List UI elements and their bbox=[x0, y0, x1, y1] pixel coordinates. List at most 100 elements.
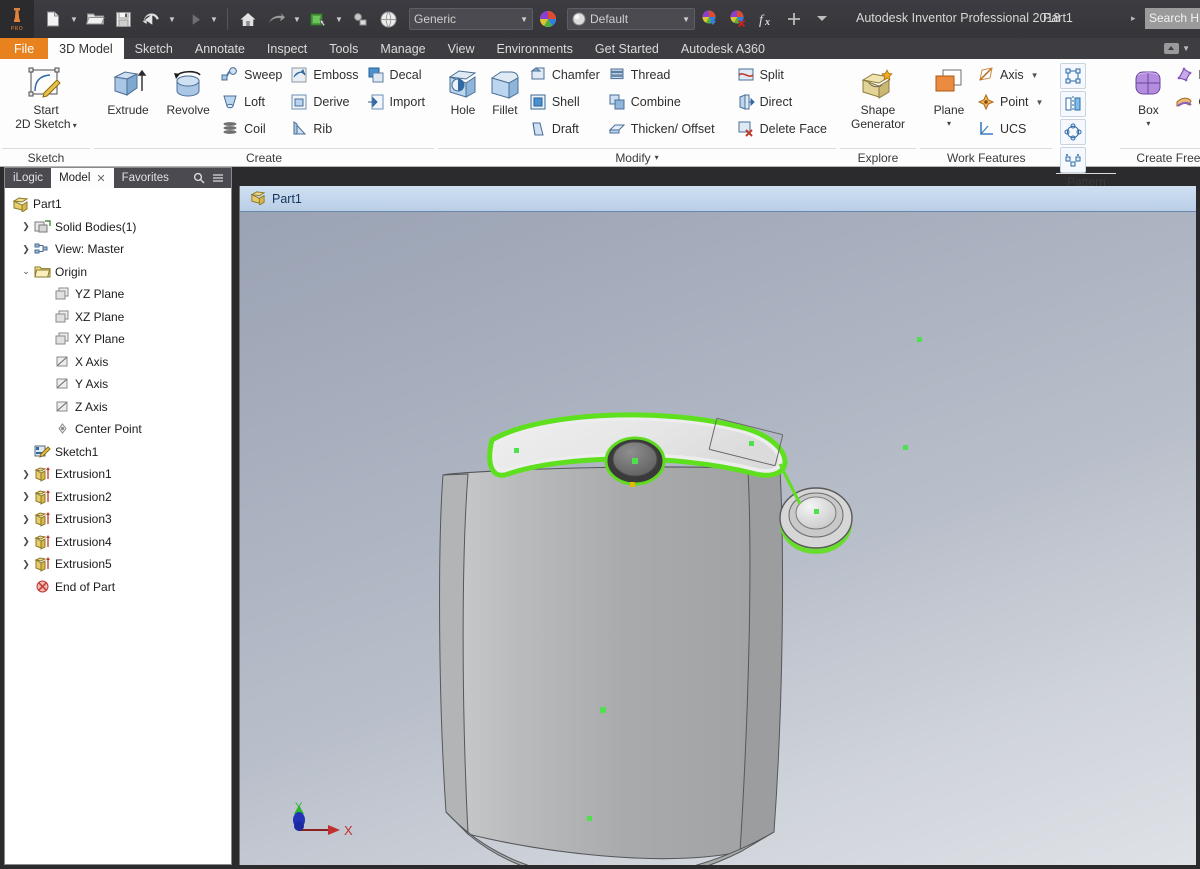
return-dropdown-icon[interactable]: ▼ bbox=[291, 6, 303, 32]
chevron-down-icon[interactable]: ▾ bbox=[947, 117, 951, 131]
3d-viewport-canvas[interactable]: X Y bbox=[240, 212, 1200, 869]
emboss-button[interactable]: Emboss bbox=[287, 62, 363, 88]
appearance-globe-button[interactable] bbox=[375, 6, 401, 32]
new-file-button[interactable] bbox=[40, 6, 66, 32]
chevron-down-icon[interactable]: ▼ bbox=[1182, 44, 1190, 53]
tree-item-extrusion5[interactable]: ❯ Extrusion5 bbox=[9, 553, 229, 576]
combine-button[interactable]: Combine bbox=[605, 89, 720, 115]
tab-file[interactable]: File bbox=[0, 38, 49, 59]
thicken-offset-button[interactable]: Thicken/ Offset bbox=[605, 116, 720, 142]
tab-3d-model[interactable]: 3D Model bbox=[48, 38, 124, 59]
document-tab-part1[interactable]: Part1 bbox=[250, 190, 302, 208]
update-button[interactable] bbox=[305, 6, 331, 32]
tree-item-end-of-part[interactable]: End of Part bbox=[9, 576, 229, 599]
plane-button[interactable]: Plane ▾ bbox=[924, 62, 974, 131]
expander-collapsed-icon[interactable]: ❯ bbox=[19, 536, 33, 547]
tree-item-sketch1[interactable]: Sketch1 bbox=[9, 441, 229, 464]
customize-qat-button[interactable] bbox=[809, 6, 835, 32]
hamburger-menu-icon[interactable] bbox=[212, 172, 224, 184]
add-qat-button[interactable] bbox=[781, 6, 807, 32]
parameters-button[interactable]: fx bbox=[753, 6, 779, 32]
ribbon-display-options[interactable]: ▼ bbox=[1164, 38, 1200, 59]
chevron-down-icon[interactable]: ▾ bbox=[71, 121, 77, 130]
split-button[interactable]: Split bbox=[734, 62, 832, 88]
update-dropdown-icon[interactable]: ▼ bbox=[333, 6, 345, 32]
right-boss[interactable] bbox=[779, 487, 853, 554]
start-2d-sketch-button[interactable]: Start 2D Sketch ▾ bbox=[6, 62, 86, 133]
adjust-appearance-button[interactable] bbox=[697, 6, 723, 32]
chevron-down-icon[interactable]: ▾ bbox=[655, 150, 659, 166]
point-button[interactable]: Point ▼ bbox=[974, 89, 1048, 115]
chamfer-button[interactable]: Chamfer bbox=[526, 62, 605, 88]
tab-autodesk-a360[interactable]: Autodesk A360 bbox=[670, 38, 776, 59]
tree-item-xy-plane[interactable]: XY Plane bbox=[9, 328, 229, 351]
tab-manage[interactable]: Manage bbox=[369, 38, 436, 59]
chevron-down-icon[interactable]: ▾ bbox=[1146, 117, 1150, 131]
material-selector[interactable]: Generic ▼ bbox=[409, 8, 533, 30]
tab-view[interactable]: View bbox=[437, 38, 486, 59]
ucs-button[interactable]: UCS bbox=[974, 116, 1048, 142]
3d-model-render[interactable]: X Y bbox=[240, 212, 1200, 869]
tree-item-center-point[interactable]: Center Point bbox=[9, 418, 229, 441]
direct-button[interactable]: Direct bbox=[734, 89, 832, 115]
tab-tools[interactable]: Tools bbox=[318, 38, 369, 59]
expander-collapsed-icon[interactable]: ❯ bbox=[19, 514, 33, 525]
draft-button[interactable]: Draft bbox=[526, 116, 605, 142]
save-button[interactable] bbox=[110, 6, 136, 32]
search-input[interactable]: Search H bbox=[1145, 8, 1200, 29]
expander-collapsed-icon[interactable]: ❯ bbox=[19, 559, 33, 570]
derive-button[interactable]: Derive bbox=[287, 89, 363, 115]
freeform-box-button[interactable]: Box ▾ bbox=[1124, 62, 1172, 131]
tab-inspect[interactable]: Inspect bbox=[256, 38, 318, 59]
tree-item-solid-bodies[interactable]: ❯ Solid Bodies(1) bbox=[9, 216, 229, 239]
decal-button[interactable]: Decal bbox=[364, 62, 430, 88]
redo-dropdown-icon[interactable]: ▼ bbox=[208, 6, 220, 32]
browser-tab-ilogic[interactable]: iLogic bbox=[5, 168, 51, 188]
tree-item-xz-plane[interactable]: XZ Plane bbox=[9, 306, 229, 329]
circular-pattern-button[interactable] bbox=[1060, 119, 1087, 145]
import-button[interactable]: Import bbox=[364, 89, 430, 115]
hole-button[interactable]: Hole bbox=[442, 62, 484, 117]
rib-button[interactable]: Rib bbox=[287, 116, 363, 142]
tree-item-part1[interactable]: Part1 bbox=[9, 193, 229, 216]
expander-collapsed-icon[interactable]: ❯ bbox=[19, 221, 33, 232]
tree-item-extrusion4[interactable]: ❯ Extrusion4 bbox=[9, 531, 229, 554]
freeform-face-button[interactable]: F bbox=[1172, 62, 1200, 88]
expander-expanded-icon[interactable]: ⌄ bbox=[19, 266, 33, 277]
tree-item-origin[interactable]: ⌄ Origin bbox=[9, 261, 229, 284]
tab-sketch[interactable]: Sketch bbox=[124, 38, 184, 59]
delete-face-button[interactable]: Delete Face bbox=[734, 116, 832, 142]
mirror-button[interactable] bbox=[1060, 91, 1087, 117]
new-file-dropdown-icon[interactable]: ▼ bbox=[68, 6, 80, 32]
tree-item-yz-plane[interactable]: YZ Plane bbox=[9, 283, 229, 306]
undo-dropdown-icon[interactable]: ▼ bbox=[166, 6, 178, 32]
tree-item-view-master[interactable]: ❯ View: Master bbox=[9, 238, 229, 261]
sketch-driven-pattern-button[interactable] bbox=[1060, 147, 1087, 173]
redo-button[interactable] bbox=[180, 6, 206, 32]
browser-tab-favorites[interactable]: Favorites bbox=[114, 168, 177, 188]
browser-tab-model[interactable]: Model ✕ bbox=[51, 168, 114, 188]
tree-item-z-axis[interactable]: Z Axis bbox=[9, 396, 229, 419]
select-button[interactable] bbox=[347, 6, 373, 32]
return-button[interactable] bbox=[263, 6, 289, 32]
appearance-selector[interactable]: Default ▼ bbox=[567, 8, 695, 30]
search-icon[interactable] bbox=[193, 172, 205, 184]
expander-collapsed-icon[interactable]: ❯ bbox=[19, 244, 33, 255]
title-expand-arrow-icon[interactable]: ▸ bbox=[1131, 13, 1136, 24]
ribbon-minimize-icon[interactable] bbox=[1164, 43, 1180, 54]
tab-annotate[interactable]: Annotate bbox=[184, 38, 256, 59]
tree-item-y-axis[interactable]: Y Axis bbox=[9, 373, 229, 396]
sweep-button[interactable]: Sweep bbox=[218, 62, 287, 88]
open-file-button[interactable] bbox=[82, 6, 108, 32]
tree-item-extrusion1[interactable]: ❯ Extrusion1 bbox=[9, 463, 229, 486]
chevron-down-icon[interactable]: ▼ bbox=[1036, 98, 1044, 107]
revolve-button[interactable]: Revolve bbox=[158, 62, 218, 117]
shell-button[interactable]: Shell bbox=[526, 89, 605, 115]
tab-environments[interactable]: Environments bbox=[485, 38, 583, 59]
coil-button[interactable]: Coil bbox=[218, 116, 287, 142]
axis-button[interactable]: Axis ▼ bbox=[974, 62, 1048, 88]
tree-item-x-axis[interactable]: X Axis bbox=[9, 351, 229, 374]
close-icon[interactable]: ✕ bbox=[96, 172, 105, 185]
tree-item-extrusion3[interactable]: ❯ Extrusion3 bbox=[9, 508, 229, 531]
expander-collapsed-icon[interactable]: ❯ bbox=[19, 491, 33, 502]
